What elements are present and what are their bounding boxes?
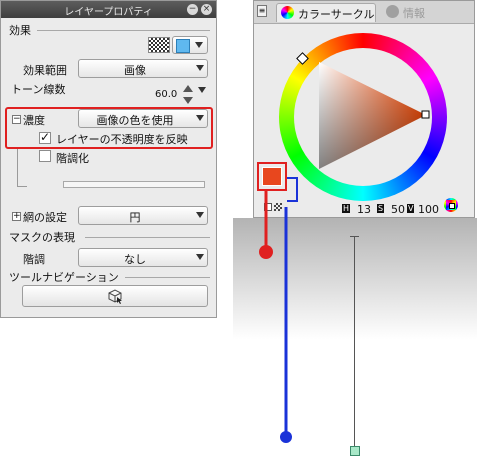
annotation-overlay — [259, 190, 292, 443]
annotation-red-dot — [259, 245, 273, 259]
annotation-blue-dot — [280, 431, 292, 443]
